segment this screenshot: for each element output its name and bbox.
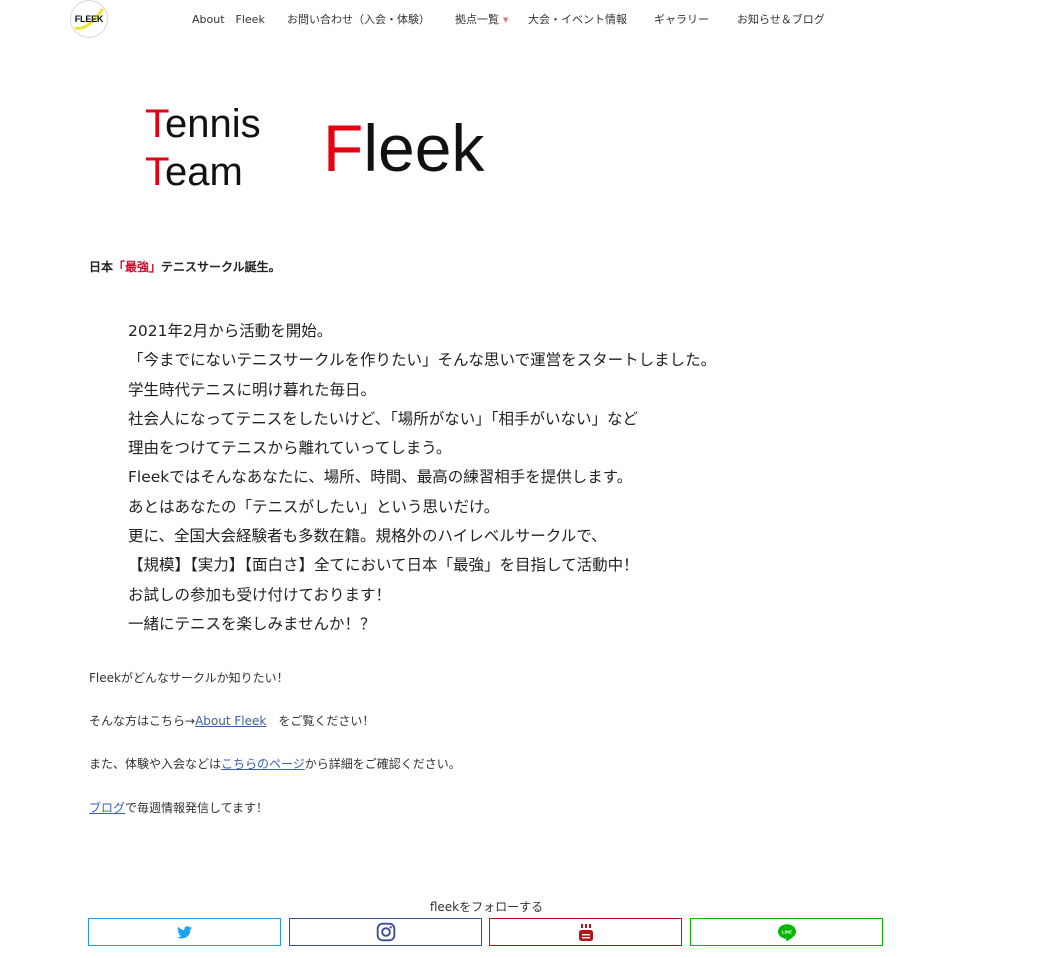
svg-text:LINE: LINE [781,929,791,934]
twitter-follow-button[interactable] [88,918,281,946]
intro-line: お試しの参加も受け付けております！ [128,585,392,604]
site-header: FLEEK About Fleek お問い合わせ（入会・体験） 拠点一覧 ▼ 大会… [0,0,1058,40]
intro-line: 一緒にテニスを楽しみませんか！？ [128,614,376,633]
intro-line: 更に、全国大会経験者も多数在籍。規格外のハイレベルサークルで、 [128,527,607,546]
intro-line: 2021年2月から活動を開始。 [128,322,333,340]
youtube-icon [578,923,593,941]
logo-text: FLEEK [74,14,104,24]
intro-line: 理由をつけてテニスから離れていってしまう。 [128,439,452,458]
nav-tournaments-events[interactable]: 大会・イベント情報 [528,11,627,27]
about-prompt: Fleekがどんなサークルか知りたい！ [89,671,289,685]
site-logo[interactable]: FLEEK [70,0,108,38]
line-follow-button[interactable]: LINE [690,918,883,946]
blog-paragraph: ブログで毎週情報発信してます！ [89,801,269,815]
line-icon: LINE [777,923,796,941]
about-fleek-link[interactable]: About Fleek [195,714,266,728]
intro-line: 「今までにないテニスサークルを作りたい」そんな思いで運営をスタートしました。 [128,351,717,370]
intro-line: あとはあなたの「テニスがしたい」という思いだけ。 [128,497,500,516]
hero-word-team: Team [145,150,243,194]
hero-word-fleek: Fleek [323,111,485,185]
follow-title: fleekをフォローする [429,900,544,914]
youtube-follow-button[interactable] [489,918,682,946]
intro-line: 学生時代テニスに明け暮れた毎日。 [128,380,377,399]
intro-line: 【規模】【実力】【面白さ】全てにおいて日本「最強」を目指して活動中！ [128,556,639,575]
intro-line: 社会人になってテニスをしたいけど、「場所がない」「相手がいない」など [128,409,638,428]
about-link-paragraph: そんな方はこちら→About Fleek をご覧ください！ [89,714,375,728]
nav-about-fleek[interactable]: About Fleek [192,11,265,27]
hero-logo-image: Tennis Team Fleek [145,98,525,208]
nav-locations-label: 拠点一覧 [455,13,499,26]
blog-link[interactable]: ブログ [89,801,125,815]
chevron-down-icon: ▼ [503,16,509,24]
instagram-icon [376,922,395,942]
nav-contact[interactable]: お問い合わせ（入会・体験） [287,11,430,27]
intro-text: 2021年2月から活動を開始。「今までにないテニスサークルを作りたい」そんな思い… [128,317,716,639]
intro-line: Fleekではそんなあなたに、場所、時間、最高の練習相手を提供します。 [128,468,633,487]
instagram-follow-button[interactable] [289,918,482,946]
nav-locations[interactable]: 拠点一覧 ▼ [455,11,508,27]
this-page-link[interactable]: こちらのページ [221,757,305,771]
trial-paragraph: また、体験や入会などはこちらのページから詳細をご確認ください。 [89,757,461,771]
tagline: 日本「最強」テニスサークル誕生。 [89,260,281,274]
hero-word-tennis: Tennis [145,102,261,146]
nav-news-blog[interactable]: お知らせ＆ブログ [737,11,825,27]
tagline-highlight: 「最強」 [113,260,162,274]
nav-gallery[interactable]: ギャラリー [654,11,709,27]
twitter-icon [177,925,192,938]
